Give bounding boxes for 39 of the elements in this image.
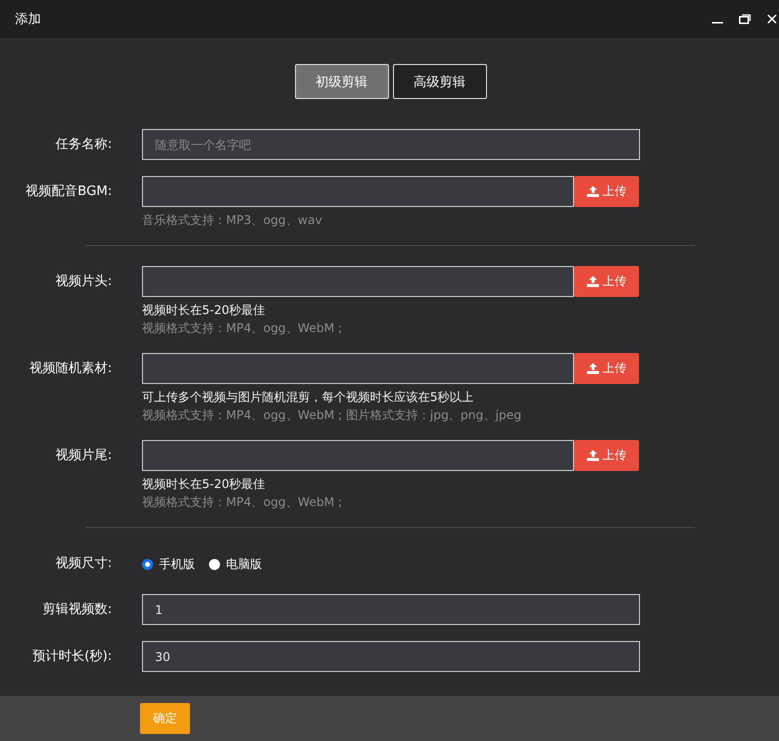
window-title: 添加 [15,11,41,28]
file-field[interactable] [142,440,574,471]
upload-button[interactable]: 上传 [574,176,639,207]
radio-option[interactable]: 手机版 [142,556,195,572]
restore-icon[interactable] [739,14,751,24]
upload-button[interactable]: 上传 [574,353,639,384]
tip-text: 视频时长在5-20秒最佳 [142,302,266,319]
upload-button[interactable]: 上传 [574,440,639,471]
mode-tab[interactable]: 高级剪辑 [392,64,486,99]
file-field[interactable] [142,176,574,207]
field-label: 预计时长(秒): [31,648,112,666]
radio-option[interactable]: 电脑版 [209,556,262,572]
format-hint: 视频格式支持：MP4、ogg、WebM ; [142,320,344,337]
field-label: 视频片尾: [54,447,112,465]
input-field[interactable]: 1 [142,594,640,625]
upload-button[interactable]: 上传 [574,266,639,297]
close-icon[interactable] [767,14,777,24]
file-field[interactable] [142,266,574,297]
field-label: 任务名称: [54,136,112,154]
input-field[interactable]: 随意取一个名字吧 [142,129,640,160]
upload-icon [586,450,598,461]
upload-icon [586,186,598,197]
format-hint: 视频格式支持：MP4、ogg、WebM ; 图片格式支持：jpg、png、jpeg [142,407,522,424]
file-field[interactable] [142,353,574,384]
input-field[interactable]: 30 [142,641,640,672]
field-label: 视频随机素材: [28,360,112,378]
format-hint: 视频格式支持：MP4、ogg、WebM ; [142,494,344,511]
tip-text: 视频时长在5-20秒最佳 [142,476,266,493]
radio-button[interactable] [142,558,153,570]
radio-button[interactable] [209,558,220,570]
mode-tab[interactable]: 初级剪辑 [294,64,388,99]
field-label: 剪辑视频数: [42,601,112,619]
format-hint: 音乐格式支持：MP3、ogg、wav [142,212,324,229]
field-label: 视频配音BGM: [24,183,112,201]
field-label: 视频尺寸: [54,555,112,573]
tip-text: 可上传多个视频与图片随机混剪，每个视频时长应该在5秒以上 [142,389,475,406]
field-label: 视频片头: [54,273,112,291]
upload-icon [586,363,598,374]
upload-icon [586,276,598,287]
